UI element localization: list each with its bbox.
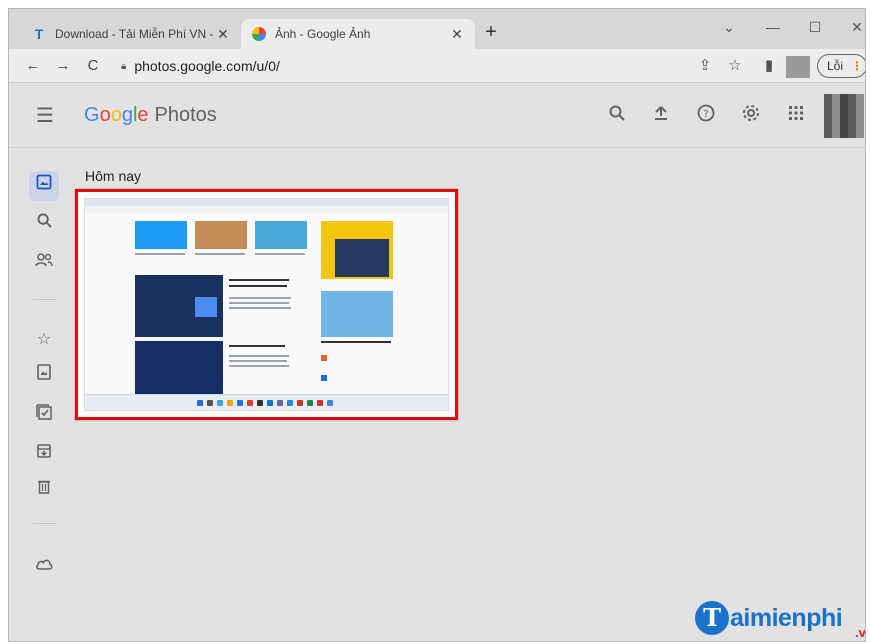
tab-title: Download - Tải Miễn Phí VN - Ph	[55, 27, 215, 41]
photos-icon[interactable]	[29, 171, 59, 201]
logo-product-name: Photos	[154, 104, 217, 126]
menu-icon[interactable]: ☰	[33, 104, 57, 128]
upload-icon[interactable]	[649, 104, 673, 128]
sharing-icon[interactable]	[29, 249, 59, 279]
maximize-button[interactable]: ☐	[795, 15, 835, 39]
error-label: Lỗi	[827, 59, 844, 73]
reload-icon[interactable]: C	[81, 54, 105, 78]
side-panel-icon[interactable]: ▮	[757, 54, 781, 78]
photo-thumbnail[interactable]	[75, 189, 458, 420]
pinwheel-icon	[251, 26, 267, 42]
url-text: photos.google.com/u/0/	[134, 58, 280, 74]
tab-title: Ảnh - Google Ảnh	[275, 27, 371, 41]
back-arrow-icon[interactable]: ←	[21, 54, 45, 78]
new-tab-button[interactable]: +	[479, 21, 503, 45]
address-bar[interactable]: 🔒︎ photos.google.com/u/0/	[113, 53, 789, 79]
svg-text:?: ?	[703, 109, 708, 120]
taimienphi-watermark: T aimienphi .vn	[695, 601, 865, 640]
tab-google-photos[interactable]: Ảnh - Google Ảnh ✕	[241, 19, 475, 49]
taimienphi-favicon-icon: T	[34, 26, 44, 42]
storage-icon[interactable]	[29, 551, 59, 581]
date-heading: Hôm nay	[85, 168, 142, 184]
profile-avatar[interactable]	[786, 56, 810, 78]
close-icon[interactable]: ✕	[215, 26, 231, 43]
utilities-icon[interactable]	[29, 401, 59, 431]
apps-icon[interactable]	[784, 104, 808, 128]
search-icon[interactable]	[605, 104, 629, 128]
share-icon[interactable]: ⇪	[693, 54, 717, 78]
minimize-button[interactable]: —	[753, 15, 793, 39]
search-icon[interactable]	[29, 209, 59, 239]
browser-toolbar: ← → C 🔒︎ photos.google.com/u/0/ ⇪ ☆ ▮ Lỗ…	[9, 49, 865, 83]
browser-window: T Download - Tải Miễn Phí VN - Ph ✕ Ảnh …	[8, 8, 866, 642]
photo-image	[84, 198, 449, 411]
tab-download[interactable]: T Download - Tải Miễn Phí VN - Ph ✕	[21, 19, 241, 49]
google-photos-logo[interactable]: Google Photos	[84, 101, 217, 129]
tab-search-button[interactable]: ⌄	[709, 15, 749, 39]
watermark-logo: T	[695, 601, 729, 635]
help-icon[interactable]: ?	[694, 104, 718, 128]
settings-icon[interactable]	[739, 104, 763, 128]
trash-icon[interactable]	[29, 475, 59, 505]
close-window-button[interactable]: ✕	[837, 15, 865, 39]
tab-strip: T Download - Tải Miễn Phí VN - Ph ✕ Ảnh …	[9, 9, 865, 49]
archive-icon[interactable]	[29, 439, 59, 469]
sidebar-nav: ☆	[9, 149, 79, 641]
error-button[interactable]: Lỗi ⋮	[817, 54, 865, 78]
watermark-text: aimienphi	[730, 603, 843, 632]
lock-icon: 🔒︎	[121, 60, 127, 72]
forward-arrow-icon[interactable]: →	[51, 54, 75, 78]
bookmark-star-icon[interactable]: ☆	[723, 54, 747, 78]
more-options-icon: ⋮	[851, 59, 864, 73]
albums-icon[interactable]	[29, 361, 59, 391]
sidebar-divider	[33, 299, 57, 300]
close-icon[interactable]: ✕	[449, 26, 465, 43]
app-header: ☰ Google Photos ?	[9, 84, 865, 148]
sidebar-divider	[33, 523, 57, 524]
favorites-icon[interactable]: ☆	[29, 325, 59, 355]
account-avatar[interactable]	[824, 94, 864, 138]
watermark-suffix: .vn	[855, 625, 866, 640]
